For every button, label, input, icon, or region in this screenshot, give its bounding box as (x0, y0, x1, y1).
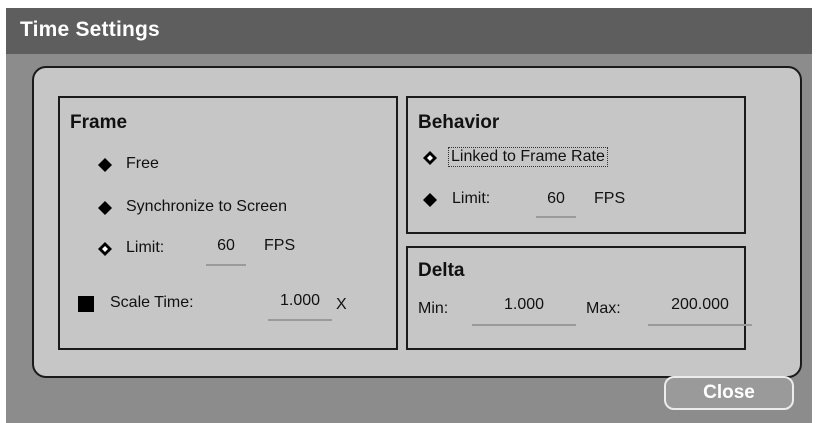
scale-time-unit: X (336, 296, 347, 313)
delta-min-label: Min: (418, 300, 449, 317)
delta-heading: Delta (418, 260, 465, 281)
linked-radio-icon[interactable] (422, 150, 438, 166)
scale-time-label[interactable]: Scale Time: (110, 294, 194, 312)
close-button[interactable]: Close (664, 376, 794, 410)
delta-min-underline (472, 324, 576, 326)
frame-limit-underline (206, 264, 246, 266)
behavior-limit-unit: FPS (594, 190, 626, 207)
synchronize-radio-icon[interactable] (97, 200, 113, 216)
settings-container: Frame Free Synchronize to Screen Limit: … (32, 66, 802, 378)
limit-radio-label[interactable]: Limit: (126, 239, 164, 257)
window-title: Time Settings (20, 18, 160, 41)
delta-max-underline (648, 324, 752, 326)
linked-radio-label[interactable]: Linked to Frame Rate (448, 147, 608, 167)
time-settings-window: Time Settings Frame Free Synchronize to … (6, 8, 812, 423)
delta-max-value[interactable]: 200.000 (648, 296, 752, 314)
frame-limit-unit: FPS (264, 237, 296, 254)
free-radio-icon[interactable] (97, 157, 113, 173)
free-radio-label[interactable]: Free (126, 155, 159, 173)
scale-time-underline (268, 319, 332, 321)
behavior-limit-value[interactable]: 60 (536, 190, 576, 208)
scale-time-checkbox[interactable] (78, 296, 94, 312)
delta-max-label: Max: (586, 300, 621, 317)
delta-min-value[interactable]: 1.000 (472, 296, 576, 314)
scale-time-value[interactable]: 1.000 (268, 292, 332, 310)
synchronize-radio-label[interactable]: Synchronize to Screen (126, 198, 287, 216)
limit-radio-icon[interactable] (97, 241, 113, 257)
title-bar[interactable]: Time Settings (6, 8, 812, 54)
behavior-limit-underline (536, 216, 576, 218)
behavior-heading: Behavior (418, 112, 500, 133)
behavior-limit-label[interactable]: Limit: (452, 190, 490, 208)
delta-panel: Delta Min: 1.000 Max: 200.000 (406, 246, 752, 350)
frame-limit-value[interactable]: 60 (206, 237, 246, 255)
frame-panel: Frame Free Synchronize to Screen Limit: … (58, 96, 398, 350)
behavior-limit-radio-icon[interactable] (422, 192, 438, 208)
behavior-panel: Behavior Linked to Frame Rate Limit: 60 … (406, 96, 746, 234)
frame-heading: Frame (70, 112, 128, 133)
